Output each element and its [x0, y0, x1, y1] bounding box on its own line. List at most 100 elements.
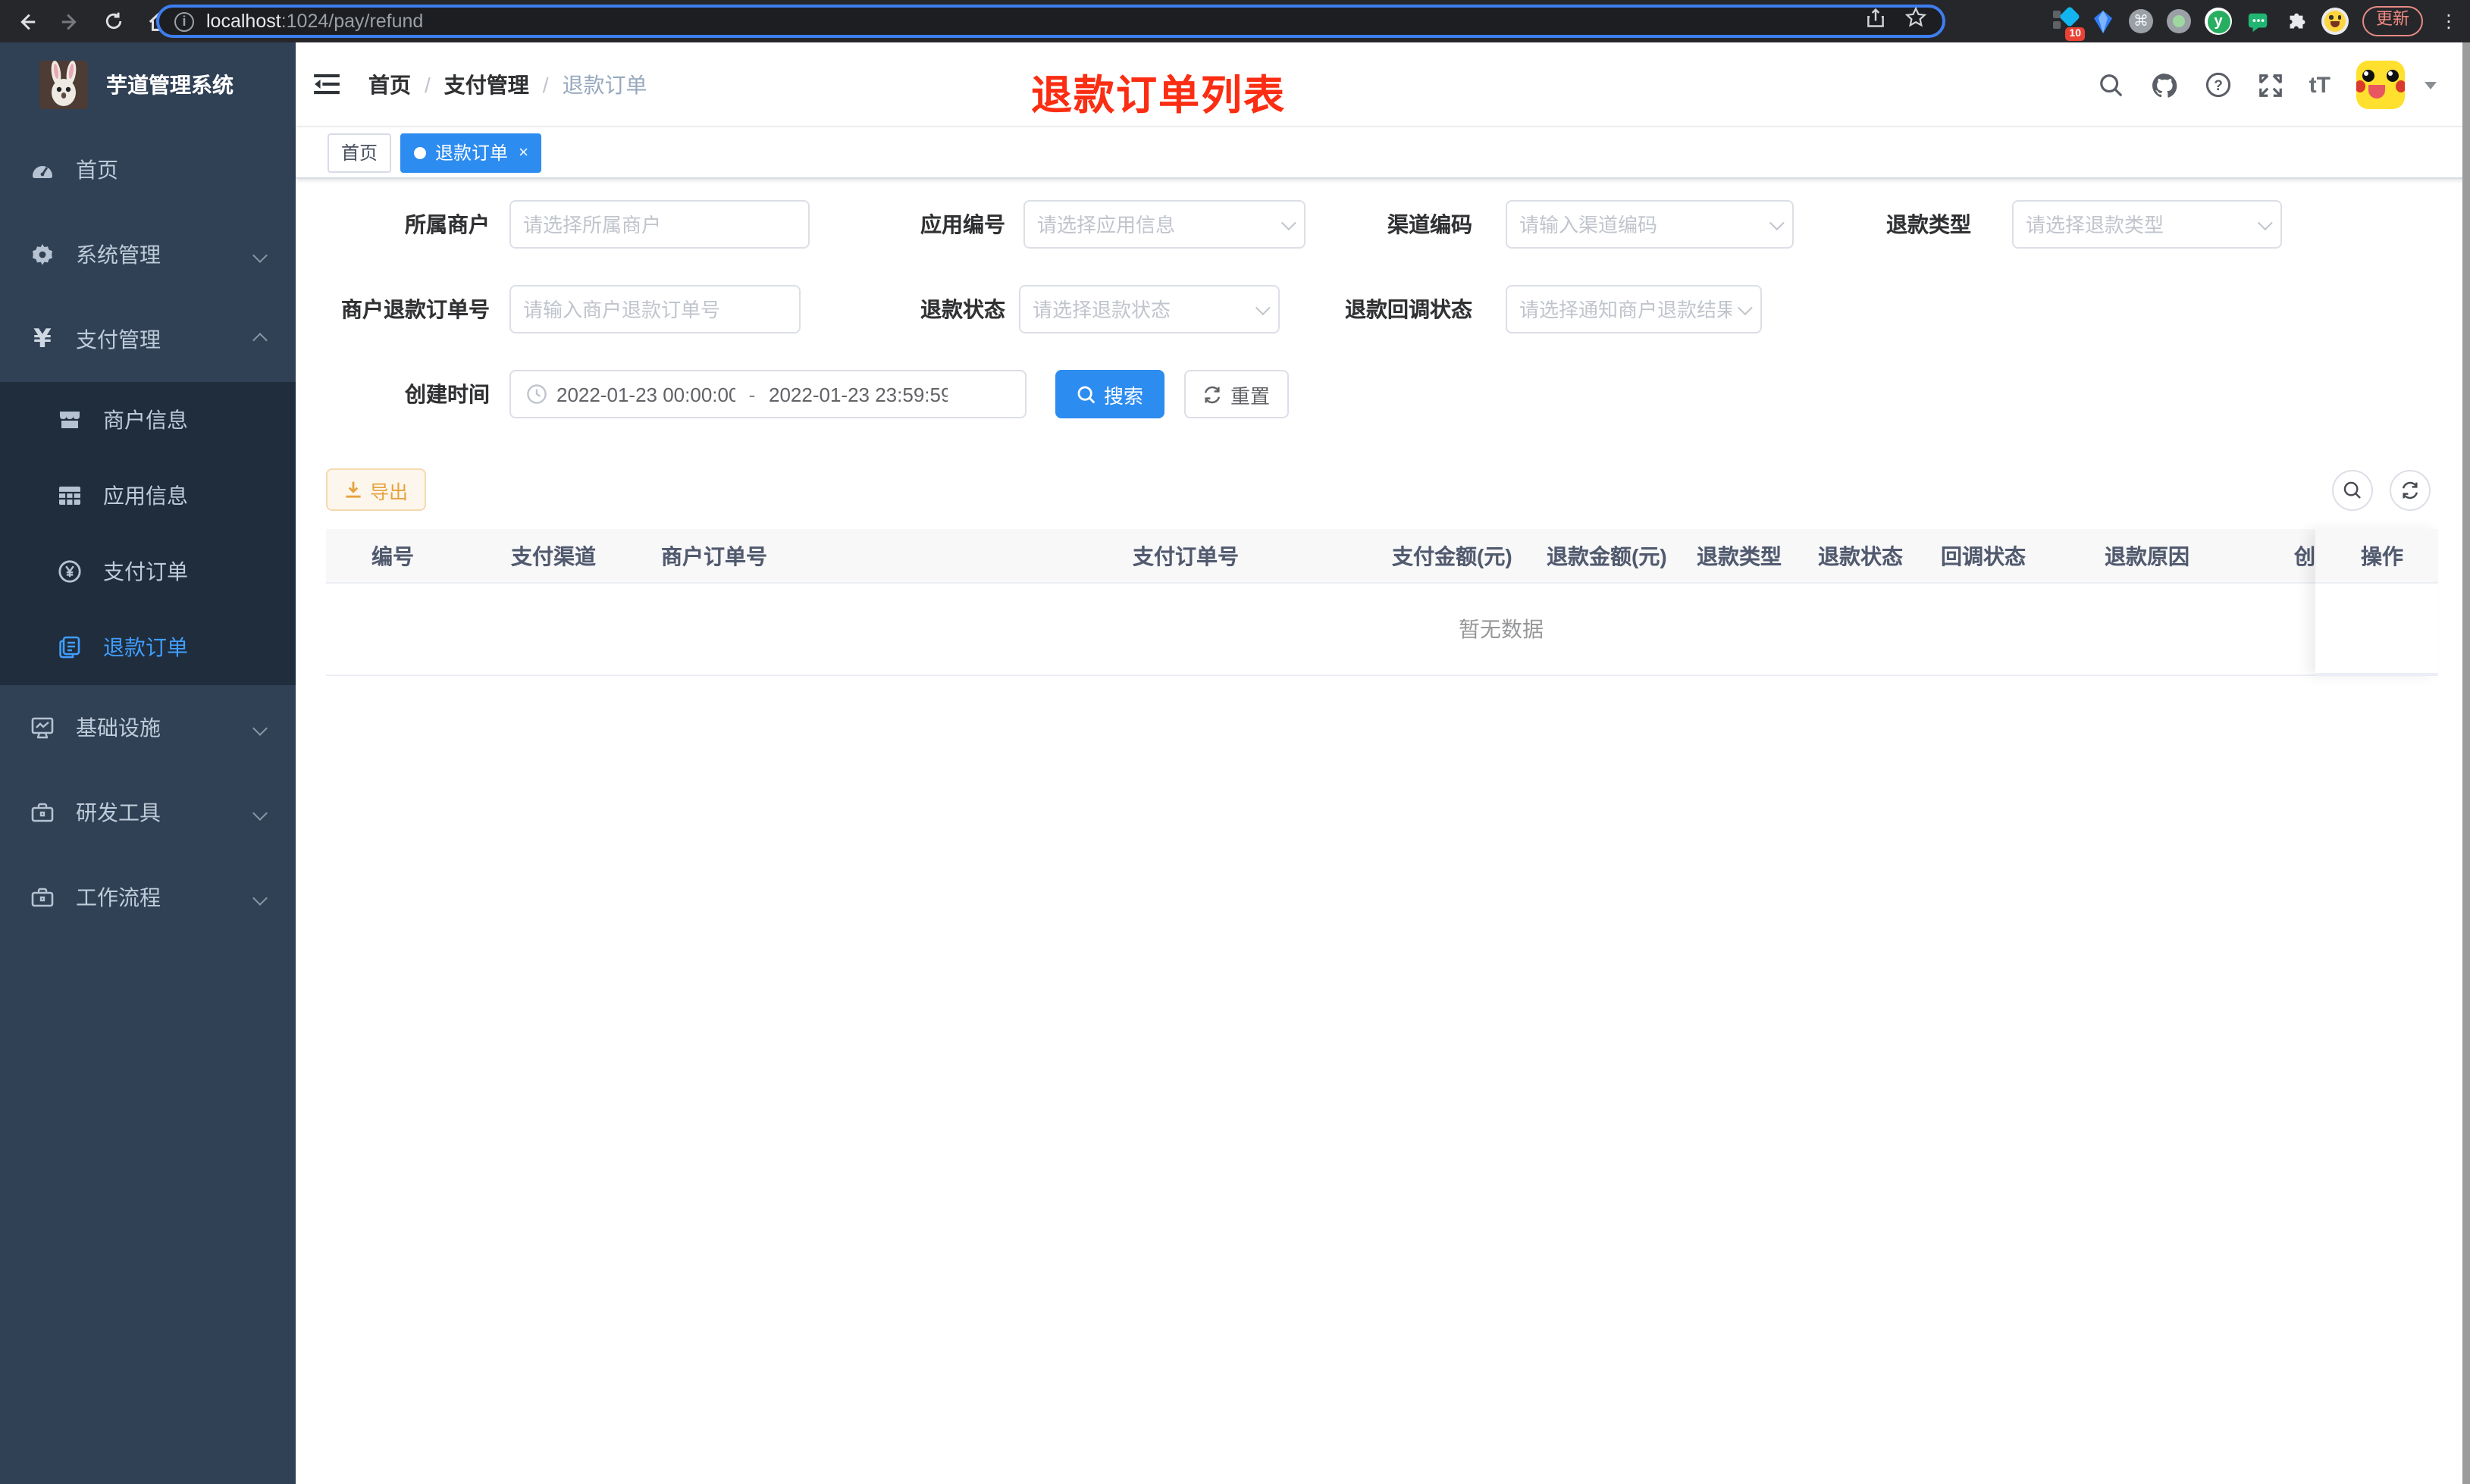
channel-code-select[interactable] [1506, 200, 1794, 249]
sidebar-item-devtool[interactable]: 研发工具 [0, 770, 296, 855]
refund-table: 编号 支付渠道 商户订单号 支付订单号 支付金额(元) 退款金额(元) 退款类型… [326, 529, 2438, 676]
url-host: localhost [206, 11, 281, 32]
sidebar: 芋道管理系统 首页 系统管理 ¥ 支付管理 商户信息 应用信息 支付订单 退款订… [0, 42, 296, 1484]
range-end-input[interactable] [769, 383, 948, 405]
gear-icon [30, 243, 55, 267]
share-icon[interactable] [1865, 7, 1886, 36]
extension-green-dot-icon[interactable] [2167, 9, 2191, 33]
sidebar-item-label: 退款订单 [103, 635, 188, 659]
chevron-down-icon [252, 805, 268, 820]
user-avatar[interactable] [2356, 61, 2405, 109]
sidebar-logo-row[interactable]: 芋道管理系统 [0, 42, 296, 127]
select-arrow-icon [1737, 299, 1753, 315]
app-select[interactable] [1023, 200, 1306, 249]
col-header-id[interactable]: 编号 [371, 529, 414, 582]
col-header-refund-status[interactable]: 退款状态 [1818, 529, 1903, 582]
extensions-puzzle-icon[interactable] [2283, 9, 2308, 33]
bookmark-star-icon[interactable] [1904, 6, 1927, 36]
search-icon[interactable] [2099, 72, 2124, 98]
dashboard-icon [30, 158, 55, 182]
refund-status-select[interactable] [1019, 285, 1280, 333]
chrome-menu-icon[interactable]: ⋮ [2440, 11, 2458, 32]
sidebar-item-system[interactable]: 系统管理 [0, 212, 296, 297]
col-header-merchant-order[interactable]: 商户订单号 [661, 529, 767, 582]
sidebar-item-pay[interactable]: ¥ 支付管理 [0, 297, 296, 382]
clock-icon [526, 384, 547, 405]
toggle-search-button[interactable] [2332, 470, 2373, 511]
col-header-channel[interactable]: 支付渠道 [511, 529, 596, 582]
reset-button[interactable]: 重置 [1184, 370, 1289, 418]
refresh-button[interactable] [2390, 470, 2431, 511]
create-time-range-picker[interactable]: - [509, 370, 1027, 418]
merchant-input[interactable] [509, 200, 810, 249]
extensions-row: 10 ⌘ y 更新 ⋮ [2053, 0, 2458, 42]
col-header-pay-order[interactable]: 支付订单号 [1133, 529, 1239, 582]
chevron-up-icon [252, 332, 268, 347]
extension-sketch-icon[interactable]: 10 [2053, 5, 2085, 41]
extension-gem-icon[interactable] [2091, 9, 2115, 33]
export-button[interactable]: 导出 [326, 468, 427, 511]
navbar: 首页 / 支付管理 / 退款订单 退款订单列表 ? tT [296, 42, 2470, 127]
active-dot-icon [414, 146, 427, 158]
help-icon[interactable]: ? [2205, 71, 2232, 99]
browser-forward-icon[interactable] [52, 3, 88, 39]
sidebar-item-home[interactable]: 首页 [0, 127, 296, 212]
chevron-down-icon [252, 720, 268, 735]
table-toolbar: 导出 [326, 468, 2440, 511]
sidebar-item-refund-order[interactable]: 退款订单 [0, 609, 296, 685]
range-separator: - [748, 383, 756, 405]
tab-refund-order[interactable]: 退款订单 × [400, 133, 542, 172]
select-arrow-icon [1769, 214, 1785, 230]
empty-text: 暂无数据 [1459, 617, 1544, 641]
sidebar-item-app-info[interactable]: 应用信息 [0, 458, 296, 534]
col-header-refund-amount[interactable]: 退款金额(元) [1547, 529, 1667, 582]
select-arrow-icon [2257, 214, 2273, 230]
storefront-icon [58, 408, 82, 432]
table-header: 编号 支付渠道 商户订单号 支付订单号 支付金额(元) 退款金额(元) 退款类型… [326, 529, 2438, 584]
col-header-pay-amount[interactable]: 支付金额(元) [1392, 529, 1512, 582]
range-start-input[interactable] [556, 383, 735, 405]
sidebar-item-merchant-info[interactable]: 商户信息 [0, 382, 296, 458]
sidebar-item-label: 支付管理 [76, 327, 161, 352]
breadcrumb-home[interactable]: 首页 [368, 69, 411, 99]
col-header-callback-status[interactable]: 回调状态 [1941, 529, 2026, 582]
breadcrumb: 首页 / 支付管理 / 退款订单 [368, 69, 647, 99]
sidebar-item-label: 应用信息 [103, 484, 188, 508]
sidebar-item-pay-order[interactable]: 支付订单 [0, 534, 296, 609]
font-size-icon[interactable]: tT [2309, 72, 2331, 98]
tab-home[interactable]: 首页 [328, 133, 392, 172]
extension-y-icon[interactable]: y [2205, 8, 2232, 35]
extension-command-icon[interactable]: ⌘ [2129, 9, 2153, 33]
chrome-update-button[interactable]: 更新 [2362, 6, 2423, 36]
col-header-refund-reason[interactable]: 退款原因 [2105, 529, 2189, 582]
col-header-action[interactable]: 操作 [2315, 529, 2438, 584]
col-header-refund-type[interactable]: 退款类型 [1697, 529, 1782, 582]
github-icon[interactable] [2150, 70, 2179, 99]
sidebar-item-label: 首页 [76, 158, 118, 182]
sidebar-item-label: 商户信息 [103, 408, 188, 432]
sidebar-item-infra[interactable]: 基础设施 [0, 685, 296, 770]
sidebar-item-workflow[interactable]: 工作流程 [0, 855, 296, 940]
merchant-refund-no-input[interactable] [509, 285, 801, 333]
browser-back-icon[interactable] [8, 3, 44, 39]
briefcase-icon [30, 800, 55, 825]
fullscreen-icon[interactable] [2258, 72, 2283, 98]
site-info-icon[interactable]: i [174, 11, 194, 31]
extension-chat-icon[interactable] [2246, 9, 2270, 33]
fixed-action-column: 操作 [2315, 529, 2438, 676]
profile-emoji-icon[interactable] [2321, 8, 2349, 35]
window-scrollbar[interactable] [2462, 42, 2470, 1484]
browser-reload-icon[interactable] [96, 3, 132, 39]
address-bar[interactable]: i localhost:1024/pay/refund [156, 5, 1945, 38]
extension-badge: 10 [2065, 27, 2085, 41]
sidebar-collapse-icon[interactable] [296, 42, 356, 127]
sidebar-item-label: 基础设施 [76, 715, 161, 740]
tab-close-icon[interactable]: × [519, 143, 528, 161]
content: 所属商户 应用编号 渠道编码 退款类型 商户退款订单号 [296, 179, 2470, 676]
refund-notify-status-select[interactable] [1506, 285, 1762, 333]
refund-type-select[interactable] [2012, 200, 2282, 249]
navbar-tools: ? tT [2099, 42, 2437, 127]
search-button[interactable]: 搜索 [1055, 370, 1164, 418]
breadcrumb-pay[interactable]: 支付管理 [444, 69, 529, 99]
avatar-caret-icon[interactable] [2425, 81, 2437, 89]
